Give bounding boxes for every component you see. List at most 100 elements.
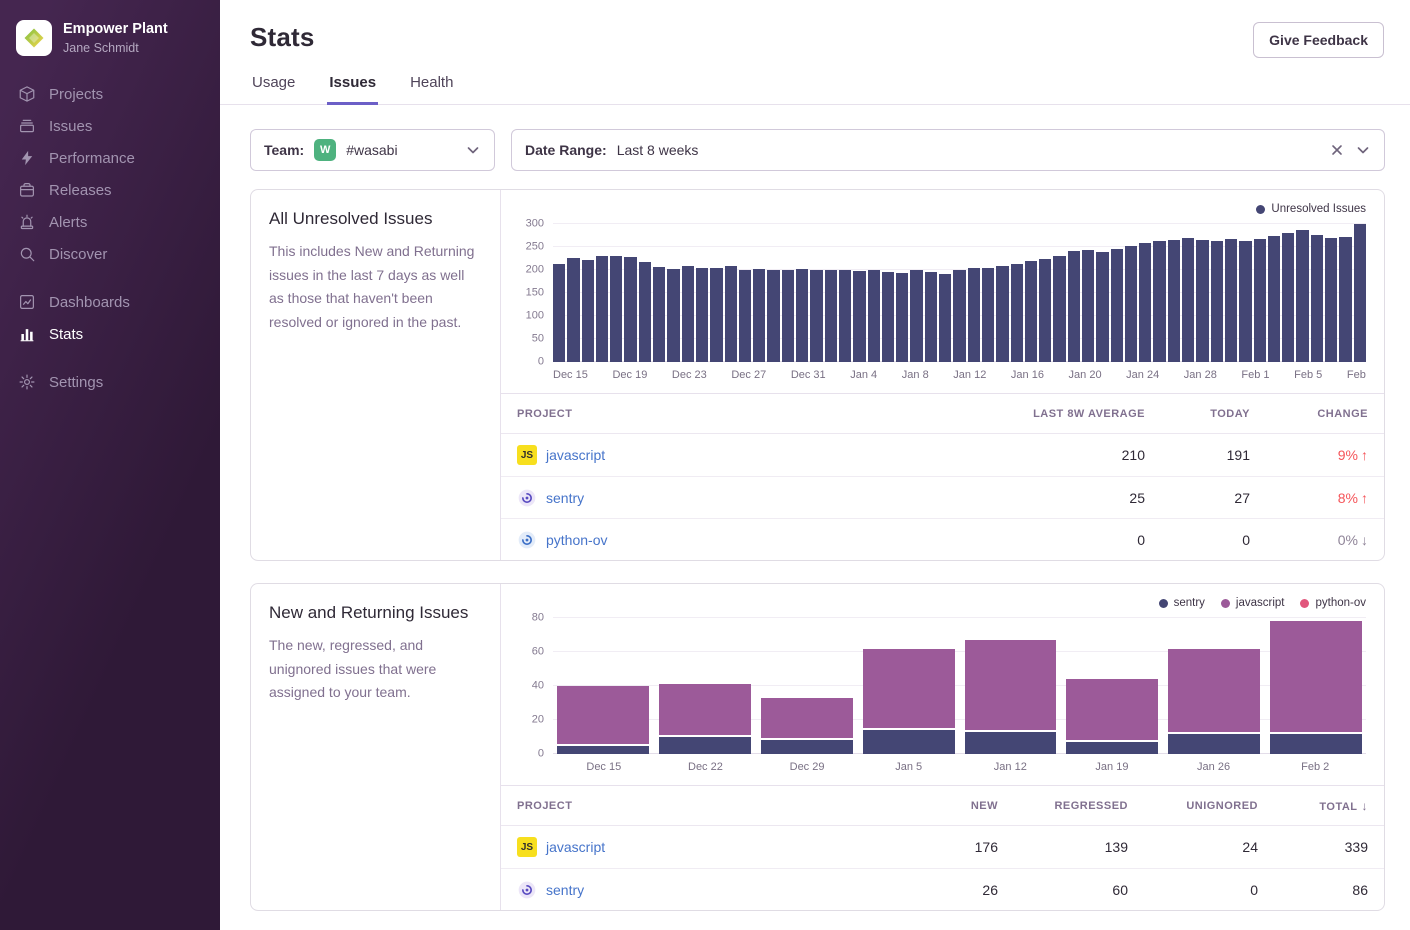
sidebar-item-alerts[interactable]: Alerts xyxy=(0,206,220,238)
y-tick-label: 80 xyxy=(532,613,544,624)
bar xyxy=(1139,243,1151,362)
page-title: Stats xyxy=(250,22,315,53)
bar xyxy=(682,266,694,362)
y-tick-label: 200 xyxy=(526,265,544,276)
tab-usage[interactable]: Usage xyxy=(250,74,297,105)
new-returning-issues-panel: New and Returning Issues The new, regres… xyxy=(250,583,1385,911)
bar xyxy=(567,258,579,362)
bar xyxy=(1339,237,1351,362)
bar xyxy=(1111,249,1123,362)
panel-summary: New and Returning Issues The new, regres… xyxy=(251,584,501,910)
sidebar-item-label: Discover xyxy=(49,246,107,263)
x-tick-label: Jan 8 xyxy=(902,369,929,381)
unresolved-issues-panel: All Unresolved Issues This includes New … xyxy=(250,189,1385,561)
legend-label: python-ov xyxy=(1315,597,1366,609)
page-header: Stats Give Feedback xyxy=(220,0,1410,58)
sidebar-item-settings[interactable]: Settings xyxy=(0,366,220,398)
column-header-total[interactable]: Total↓ xyxy=(1258,799,1368,813)
y-tick-label: 50 xyxy=(532,334,544,345)
sidebar-item-discover[interactable]: Discover xyxy=(0,238,220,270)
stacked-bar xyxy=(863,618,955,754)
bar-segment-javascript xyxy=(1270,621,1362,733)
bar xyxy=(1311,235,1323,362)
bar xyxy=(767,270,779,362)
stacked-bar xyxy=(761,618,853,754)
bar xyxy=(1011,264,1023,362)
sidebar-item-dashboards[interactable]: Dashboards xyxy=(0,286,220,318)
project-link[interactable]: sentry xyxy=(546,490,584,506)
plot-area xyxy=(553,618,1366,754)
metric-value: 0 xyxy=(925,532,1145,548)
sidebar-item-label: Performance xyxy=(49,150,135,167)
legend-item-javascript[interactable]: javascript xyxy=(1221,596,1285,610)
sidebar-item-label: Dashboards xyxy=(49,294,130,311)
org-text: Empower Plant Jane Schmidt xyxy=(63,21,168,54)
tab-issues[interactable]: Issues xyxy=(327,74,378,105)
column-header-label: Last 8w Average xyxy=(1033,408,1145,420)
bar-segment-sentry xyxy=(761,740,853,754)
sidebar-item-label: Releases xyxy=(49,182,112,199)
project-link[interactable]: javascript xyxy=(546,447,605,463)
tab-health[interactable]: Health xyxy=(408,74,455,105)
legend-item-unresolved-issues[interactable]: Unresolved Issues xyxy=(1256,202,1366,216)
y-tick-label: 250 xyxy=(526,242,544,253)
legend-item-python-ov[interactable]: python-ov xyxy=(1300,596,1366,610)
page-content: Team: W #wasabi Date Range: Last 8 weeks xyxy=(220,105,1410,930)
sidebar: Empower Plant Jane Schmidt ProjectsIssue… xyxy=(0,0,220,930)
legend-label: Unresolved Issues xyxy=(1271,203,1366,215)
x-tick-label: Dec 23 xyxy=(672,369,707,381)
settings-icon xyxy=(18,373,36,391)
project-link[interactable]: javascript xyxy=(546,839,605,855)
chart-legend: sentry javascript python-ov xyxy=(513,596,1366,610)
column-header-label: Project xyxy=(517,408,572,420)
user-name: Jane Schmidt xyxy=(63,41,168,55)
legend-item-sentry[interactable]: sentry xyxy=(1159,596,1205,610)
sidebar-item-issues[interactable]: Issues xyxy=(0,110,220,142)
legend-dot-icon xyxy=(1221,599,1230,608)
x-axis: Dec 15Dec 19Dec 23Dec 27Dec 31Jan 4Jan 8… xyxy=(553,362,1366,393)
releases-icon xyxy=(18,181,36,199)
project-link[interactable]: sentry xyxy=(546,882,584,898)
stacked-bar xyxy=(1066,618,1158,754)
bar xyxy=(624,257,636,362)
bar-segment-javascript xyxy=(1066,679,1158,742)
metric-value: 24 xyxy=(1128,839,1258,855)
column-header-label: Unignored xyxy=(1186,800,1258,812)
bar xyxy=(939,274,951,362)
bar xyxy=(1125,246,1137,362)
bar xyxy=(1053,256,1065,362)
bar xyxy=(553,264,565,362)
clear-icon[interactable] xyxy=(1329,142,1345,158)
sidebar-item-projects[interactable]: Projects xyxy=(0,78,220,110)
bar xyxy=(1268,236,1280,362)
sidebar-item-releases[interactable]: Releases xyxy=(0,174,220,206)
projects-icon xyxy=(18,85,36,103)
column-header-last-8w-average: Last 8w Average xyxy=(925,408,1145,420)
bar xyxy=(996,266,1008,362)
x-tick-label: Jan 4 xyxy=(850,369,877,381)
bar xyxy=(1096,252,1108,362)
sidebar-item-label: Stats xyxy=(49,326,83,343)
column-header-regressed: Regressed xyxy=(998,800,1128,812)
bar xyxy=(1153,241,1165,362)
legend-label: javascript xyxy=(1236,597,1285,609)
bar xyxy=(1282,233,1294,362)
panel-title: All Unresolved Issues xyxy=(269,209,482,229)
date-range-filter[interactable]: Date Range: Last 8 weeks xyxy=(511,129,1385,171)
bar-series xyxy=(553,224,1366,362)
project-cell: python-ov xyxy=(517,530,925,550)
bar xyxy=(910,270,922,362)
bar-segment-sentry xyxy=(659,737,751,754)
bar-segment-sentry xyxy=(557,746,649,755)
give-feedback-button[interactable]: Give Feedback xyxy=(1253,22,1384,58)
org-switcher[interactable]: Empower Plant Jane Schmidt xyxy=(0,16,220,70)
project-link[interactable]: python-ov xyxy=(546,532,607,548)
table-row: sentry25278%↑ xyxy=(501,476,1384,518)
column-header-label: Change xyxy=(1317,408,1368,420)
team-filter[interactable]: Team: W #wasabi xyxy=(250,129,495,171)
chevron-down-icon xyxy=(1355,142,1371,158)
sidebar-item-performance[interactable]: Performance xyxy=(0,142,220,174)
bar xyxy=(868,270,880,362)
sentry-platform-icon xyxy=(517,488,537,508)
sidebar-item-stats[interactable]: Stats xyxy=(0,318,220,350)
